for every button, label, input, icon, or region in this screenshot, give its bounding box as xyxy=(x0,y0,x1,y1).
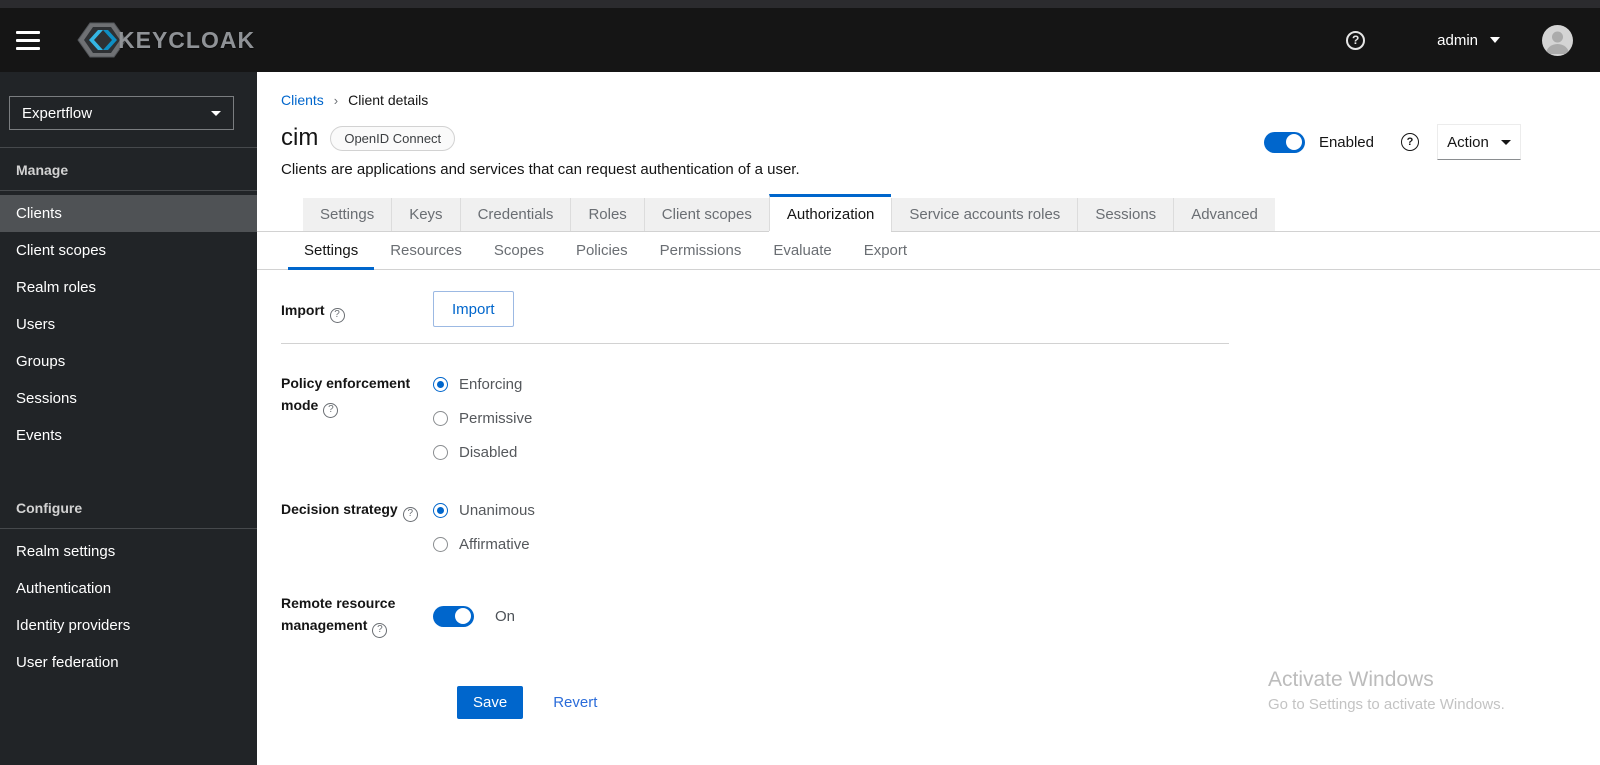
hamburger-menu-icon[interactable] xyxy=(10,20,50,60)
sidebar-item-events[interactable]: Events xyxy=(0,417,257,454)
policy-enforcement-options: Enforcing Permissive Disabled xyxy=(433,372,532,462)
sidebar-item-realm-roles[interactable]: Realm roles xyxy=(0,269,257,306)
sidebar-item-realm-settings[interactable]: Realm settings xyxy=(0,533,257,570)
tab-authorization[interactable]: Authorization xyxy=(768,194,892,231)
subtab-permissions[interactable]: Permissions xyxy=(644,233,758,270)
help-icon[interactable]: ? xyxy=(329,307,345,323)
tab-advanced[interactable]: Advanced xyxy=(1173,198,1275,231)
tab-roles[interactable]: Roles xyxy=(570,198,644,231)
keycloak-brand[interactable]: KEYCLOAK xyxy=(76,20,255,60)
import-label: Import? xyxy=(281,291,433,327)
radio-permissive[interactable]: Permissive xyxy=(433,408,532,428)
help-icon[interactable]: ? xyxy=(372,622,388,638)
authorization-subtabs: Settings Resources Scopes Policies Permi… xyxy=(257,232,1600,270)
radio-icon xyxy=(433,444,448,460)
radio-icon xyxy=(433,410,448,426)
subtab-scopes[interactable]: Scopes xyxy=(478,233,560,270)
avatar[interactable] xyxy=(1542,24,1573,56)
username: admin xyxy=(1437,31,1478,49)
help-icon[interactable]: ? xyxy=(323,402,339,418)
remote-resource-row: Remote resource management? On xyxy=(281,592,1600,638)
subtab-resources[interactable]: Resources xyxy=(374,233,478,270)
sidebar-item-client-scopes[interactable]: Client scopes xyxy=(0,232,257,269)
realm-selector[interactable]: Expertflow xyxy=(9,96,234,130)
radio-icon xyxy=(433,376,448,392)
enabled-toggle[interactable] xyxy=(1263,131,1305,153)
help-icon[interactable]: ? xyxy=(1346,30,1366,50)
tab-settings[interactable]: Settings xyxy=(303,198,392,231)
nav-group-configure: Realm settings Authentication Identity p… xyxy=(0,529,257,691)
sidebar-item-clients[interactable]: Clients xyxy=(0,195,257,232)
policy-enforcement-row: Policy enforcement mode? Enforcing Permi… xyxy=(281,372,1600,462)
breadcrumb-clients-link[interactable]: Clients xyxy=(281,92,324,108)
realm-selector-box: Expertflow xyxy=(0,72,257,148)
sidebar-item-groups[interactable]: Groups xyxy=(0,343,257,380)
decision-strategy-row: Decision strategy? Unanimous Affirmative xyxy=(281,498,1600,554)
save-button[interactable]: Save xyxy=(457,685,524,719)
page-title: cim xyxy=(281,124,319,151)
policy-enforcement-label: Policy enforcement mode? xyxy=(281,372,433,462)
decision-strategy-label: Decision strategy? xyxy=(281,498,433,554)
chevron-down-icon xyxy=(211,110,221,116)
remote-resource-toggle[interactable] xyxy=(433,605,474,627)
tab-credentials[interactable]: Credentials xyxy=(459,198,571,231)
decision-strategy-options: Unanimous Affirmative xyxy=(433,498,535,554)
toggle-state-label: On xyxy=(495,607,516,625)
enabled-label: Enabled xyxy=(1318,133,1374,151)
breadcrumb-current: Client details xyxy=(348,92,429,108)
sidebar-item-identity-providers[interactable]: Identity providers xyxy=(0,607,257,644)
tab-client-scopes[interactable]: Client scopes xyxy=(643,198,769,231)
subtab-policies[interactable]: Policies xyxy=(560,233,644,270)
sidebar-item-user-federation[interactable]: User federation xyxy=(0,644,257,681)
protocol-badge: OpenID Connect xyxy=(330,125,456,151)
brand-text: KEYCLOAK xyxy=(118,26,256,53)
nav-group-manage: Clients Client scopes Realm roles Users … xyxy=(0,191,257,464)
remote-resource-control: On xyxy=(433,592,515,638)
subtab-evaluate[interactable]: Evaluate xyxy=(757,233,847,270)
action-dropdown-label: Action xyxy=(1447,133,1489,151)
nav-section-configure: Configure xyxy=(0,486,257,529)
form-buttons: Save Revert xyxy=(281,685,1600,719)
nav-section-manage: Manage xyxy=(0,148,257,191)
help-icon[interactable]: ? xyxy=(402,506,418,522)
user-menu[interactable]: admin xyxy=(1437,32,1500,49)
radio-icon xyxy=(433,536,448,552)
breadcrumb: Clients › Client details xyxy=(257,72,1600,108)
tab-keys[interactable]: Keys xyxy=(391,198,460,231)
radio-disabled[interactable]: Disabled xyxy=(433,442,532,462)
sidebar-item-authentication[interactable]: Authentication xyxy=(0,570,257,607)
subtab-settings[interactable]: Settings xyxy=(288,233,375,270)
chevron-down-icon xyxy=(1500,139,1511,145)
main-content: Clients › Client details cim OpenID Conn… xyxy=(257,72,1600,765)
authorization-settings-form: Import? Import Policy enforcement mode? … xyxy=(257,270,1600,719)
radio-icon xyxy=(433,502,448,518)
realm-name: Expertflow xyxy=(22,104,93,122)
breadcrumb-separator-icon: › xyxy=(333,92,339,108)
radio-unanimous[interactable]: Unanimous xyxy=(433,500,535,520)
radio-affirmative[interactable]: Affirmative xyxy=(433,534,535,554)
radio-enforcing[interactable]: Enforcing xyxy=(433,374,532,394)
import-row: Import? Import xyxy=(281,291,1600,327)
sidebar-item-sessions[interactable]: Sessions xyxy=(0,380,257,417)
user-avatar-icon xyxy=(1546,31,1569,54)
client-tabs: Settings Keys Credentials Roles Client s… xyxy=(257,194,1600,232)
sidebar-item-users[interactable]: Users xyxy=(0,306,257,343)
help-icon[interactable]: ? xyxy=(1401,133,1419,151)
revert-link[interactable]: Revert xyxy=(553,694,597,711)
subtab-export[interactable]: Export xyxy=(848,233,923,270)
import-button[interactable]: Import xyxy=(433,291,514,327)
tab-sessions[interactable]: Sessions xyxy=(1077,198,1174,231)
sidebar: Expertflow Manage Clients Client scopes … xyxy=(0,72,257,765)
divider xyxy=(281,343,1229,344)
remote-resource-label: Remote resource management? xyxy=(281,592,433,638)
top-navbar: KEYCLOAK ? admin xyxy=(0,8,1600,72)
action-dropdown[interactable]: Action xyxy=(1437,124,1521,160)
tab-service-accounts-roles[interactable]: Service accounts roles xyxy=(891,198,1078,231)
chevron-down-icon xyxy=(1490,37,1500,43)
page-actions: Enabled ? Action xyxy=(1263,124,1521,160)
window-top-strip xyxy=(0,0,1600,8)
